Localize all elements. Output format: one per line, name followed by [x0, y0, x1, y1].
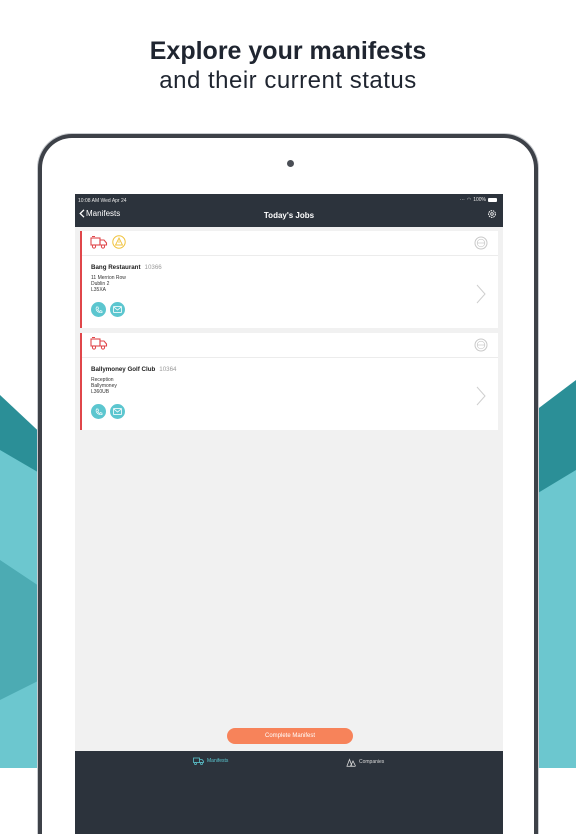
tab-bar: Manifests Companies [75, 751, 503, 834]
signal-icon: ··· [459, 197, 465, 203]
app-screen: 10:08 AM Wed Apr 24 ··· ◠ 100% Manifests… [75, 194, 503, 834]
steering-wheel-icon [474, 236, 488, 250]
wifi-icon: ◠ [466, 197, 472, 203]
job-card[interactable]: Bang Restaurant 10366 11 Merrion Row Dubl… [80, 231, 498, 328]
chevron-right-icon[interactable] [476, 386, 486, 406]
chevron-right-icon[interactable] [476, 284, 486, 304]
email-button[interactable] [110, 302, 125, 317]
steering-wheel-icon [474, 338, 488, 352]
gear-icon[interactable] [487, 209, 497, 219]
navigation-bar: 10:08 AM Wed Apr 24 ··· ◠ 100% Manifests… [75, 194, 503, 227]
status-time: 10:08 AM Wed Apr 24 [78, 198, 127, 204]
camera-icon [287, 160, 294, 167]
job-name-text: Ballymoney Golf Club [91, 366, 156, 373]
ipad-device-frame: 10:08 AM Wed Apr 24 ··· ◠ 100% Manifests… [38, 134, 538, 834]
delivery-truck-icon [90, 337, 108, 350]
job-number: 10364 [159, 366, 177, 373]
phone-icon [95, 306, 102, 313]
mail-icon [113, 408, 122, 415]
job-card[interactable]: Ballymoney Golf Club 10364 Reception Ball… [80, 333, 498, 430]
call-button[interactable] [91, 404, 106, 419]
companies-icon [346, 758, 356, 767]
phone-icon [95, 408, 102, 415]
email-button[interactable] [110, 404, 125, 419]
job-name: Ballymoney Golf Club 10364 [91, 366, 177, 373]
job-name-text: Bang Restaurant [91, 264, 141, 271]
status-indicators: ··· ◠ 100% [460, 197, 497, 203]
delivery-truck-icon [90, 235, 108, 249]
job-card-header [82, 333, 498, 358]
tab-manifests[interactable]: Manifests [193, 757, 228, 765]
address-line: L35XA [91, 287, 107, 293]
job-name: Bang Restaurant 10366 [91, 264, 162, 271]
page-title: Today's Jobs [263, 211, 315, 220]
tab-companies[interactable]: Companies [346, 757, 384, 767]
address-line: L360UB [91, 389, 110, 395]
tab-manifests-label: Manifests [207, 758, 229, 764]
call-button[interactable] [91, 302, 106, 317]
battery-percent: 100% [473, 197, 486, 203]
tab-companies-label: Companies [359, 759, 385, 765]
headline-title: Explore your manifests [149, 37, 427, 65]
job-number: 10366 [144, 264, 162, 271]
headline: Explore your manifests and their current… [0, 36, 576, 96]
job-address: 11 Merrion Row Dublin 2 L35XA [91, 275, 126, 293]
job-card-header [82, 231, 498, 256]
headline-subtitle: and their current status [159, 67, 417, 94]
battery-icon [488, 198, 497, 202]
warning-icon [112, 235, 126, 249]
job-address: Reception Ballymoney L360UB [91, 377, 117, 395]
complete-manifest-button[interactable]: Complete Manifest [227, 728, 353, 744]
manifests-icon [193, 757, 204, 765]
mail-icon [113, 306, 122, 313]
